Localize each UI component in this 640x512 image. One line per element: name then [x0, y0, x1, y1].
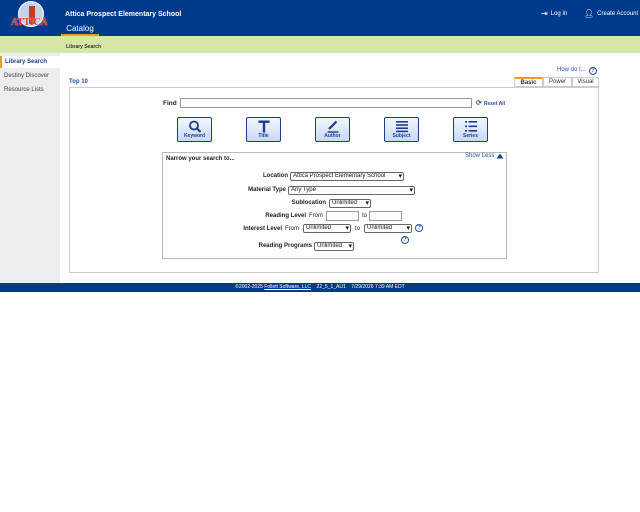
reading-to-label: to [362, 213, 368, 219]
reading-level-from-input[interactable] [326, 211, 359, 221]
copyright: ©2002-2025 [235, 284, 263, 290]
how-do-i-link[interactable]: How do I... [557, 67, 586, 73]
title-label: Title [258, 133, 269, 139]
material-type-label: Material Type [248, 187, 286, 193]
author-search-button[interactable]: Author [315, 117, 350, 142]
chevron-up-icon [496, 153, 504, 159]
interest-to-label: to [355, 226, 361, 232]
reading-from-label: From [309, 213, 323, 219]
show-less-toggle[interactable]: Show Less [465, 153, 504, 159]
footer: ©2002-2025 Follett Software, LLC 22_5_1_… [0, 283, 640, 292]
sidebar-item-resource-lists[interactable]: Resource Lists [0, 84, 60, 96]
location-label: Location [263, 173, 288, 179]
pen-icon [327, 120, 338, 133]
tab-catalog[interactable]: Catalog [61, 24, 99, 36]
subject-search-button[interactable]: Subject [384, 117, 419, 142]
reading-level-label: Reading Level [265, 213, 306, 219]
user-icon: 👤︎ [584, 9, 595, 18]
list-lines-icon [395, 121, 408, 133]
logo-text: ATTICA [11, 17, 48, 28]
create-account-link[interactable]: 👤︎ Create Account [584, 10, 638, 18]
reading-programs-select[interactable]: Unlimited [314, 242, 354, 251]
keyword-label: Keyword [183, 133, 206, 139]
breadcrumb: Library Search [66, 44, 102, 50]
sidebar-item-library-search[interactable]: Library Search [0, 56, 60, 68]
material-type-select[interactable]: Any Type [288, 186, 415, 195]
tab-visual[interactable]: Visual [572, 77, 599, 87]
tab-basic[interactable]: Basic [514, 77, 543, 87]
reset-all-button[interactable]: ⟳ Reset All [476, 100, 505, 107]
interest-level-from-select[interactable]: Unlimited [303, 224, 351, 233]
numbered-list-icon [464, 121, 477, 132]
title-t-icon [258, 120, 269, 133]
sublocation-select[interactable]: Unlimited [329, 199, 371, 208]
magnifier-icon [188, 120, 201, 133]
reading-programs-help-icon[interactable]: ? [401, 236, 409, 244]
login-label: Log In [550, 11, 568, 17]
find-input[interactable] [180, 98, 472, 108]
refresh-icon: ⟳ [476, 100, 482, 107]
interest-from-label: From [285, 226, 299, 232]
sublocation-label: Sublocation [291, 200, 326, 206]
interest-level-to-select[interactable]: Unlimited [364, 224, 412, 233]
login-link[interactable]: ⇥ Log In [541, 10, 567, 18]
title-search-button[interactable]: Title [246, 117, 281, 142]
narrow-title: Narrow your search to... [166, 156, 235, 162]
tab-power[interactable]: Power [543, 77, 572, 87]
school-logo[interactable]: ATTICA [10, 1, 50, 31]
reading-level-to-input[interactable] [369, 211, 402, 221]
interest-help-icon[interactable]: ? [415, 224, 423, 232]
interest-level-label: Interest Level [243, 226, 282, 232]
help-icon[interactable]: ? [589, 67, 597, 75]
find-label: Find [163, 100, 177, 107]
create-account-label: Create Account [597, 11, 639, 17]
timestamp: 7/29/2026 7:39 AM EDT [351, 284, 405, 290]
reading-programs-label: Reading Programs [258, 243, 312, 249]
location-select[interactable]: Attica Prospect Elementary School [290, 172, 404, 181]
top10-link[interactable]: Top 10 [69, 79, 88, 85]
author-label: Author [324, 133, 341, 139]
keyword-search-button[interactable]: Keyword [177, 117, 212, 142]
series-search-button[interactable]: Series [453, 117, 488, 142]
series-label: Series [462, 133, 478, 139]
school-name: Attica Prospect Elementary School [65, 11, 182, 18]
sidebar-item-destiny-discover[interactable]: Destiny Discover [0, 70, 60, 82]
version: 22_5_1_AU1 [316, 284, 346, 290]
login-icon: ⇥ [541, 9, 548, 18]
subject-label: Subject [392, 133, 411, 139]
company-link[interactable]: Follett Software, LLC [264, 284, 311, 290]
show-less-label: Show Less [465, 153, 495, 159]
breadcrumb-bar: Library Search [0, 36, 640, 53]
reset-all-label: Reset All [483, 100, 506, 107]
